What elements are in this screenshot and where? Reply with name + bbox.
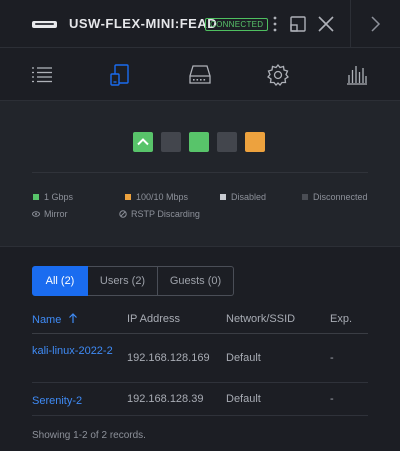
legend-gbps: 1 Gbps: [33, 192, 73, 202]
legend-mbps-label: 100/10 Mbps: [136, 192, 189, 202]
list-icon: [32, 67, 52, 83]
gbps-swatch: [33, 194, 39, 200]
device-name: USW-FLEX-MINI:FEAD: [69, 16, 218, 31]
eye-icon: [32, 211, 40, 217]
header-divider: [350, 0, 351, 48]
port-5[interactable]: [245, 132, 265, 152]
column-header-name[interactable]: Name: [32, 313, 78, 326]
panel-header: USW-FLEX-MINI:FEAD CONNECTED: [0, 0, 400, 48]
legend-mirror: Mirror: [32, 209, 68, 219]
mbps-swatch: [125, 194, 131, 200]
legend-rstp: RSTP Discarding: [119, 209, 200, 219]
blocked-icon: [119, 210, 127, 218]
client-network: Default: [226, 352, 261, 364]
tab-ports[interactable]: [187, 62, 213, 88]
client-ip: 192.168.128.39: [127, 393, 204, 405]
legend-disconnected: Disconnected: [302, 192, 368, 202]
legend-disabled-label: Disabled: [231, 192, 267, 202]
legend-disabled: Disabled: [220, 192, 266, 202]
clients-table: Name IP Address Network/SSID Exp. kali-l…: [32, 304, 368, 416]
status-badge: CONNECTED: [205, 18, 269, 31]
tab-statistics[interactable]: [344, 62, 370, 88]
sort-ascending-icon: [69, 313, 78, 323]
table-row[interactable]: Serenity-2 192.168.128.39 Default -: [32, 383, 368, 416]
column-name-label: Name: [32, 314, 62, 326]
port-overview: 1 Gbps 100/10 Mbps Disabled Disconnected…: [0, 101, 400, 247]
column-header-network[interactable]: Network/SSID: [226, 313, 295, 325]
panel-tabs: [0, 49, 400, 101]
port-1[interactable]: [133, 132, 153, 152]
disabled-swatch: [220, 194, 226, 200]
client-exp: -: [330, 393, 334, 405]
column-header-ip[interactable]: IP Address: [127, 313, 180, 325]
filter-guests-button[interactable]: Guests (0): [158, 266, 234, 296]
client-name-link[interactable]: kali-linux-2022-2: [32, 343, 120, 359]
popout-icon[interactable]: [288, 14, 308, 34]
bar-chart-icon: [347, 66, 367, 85]
disconnected-swatch: [302, 194, 308, 200]
device-panel: USW-FLEX-MINI:FEAD CONNECTED 1 Gbps 100/…: [0, 0, 400, 451]
port-4[interactable]: [217, 132, 237, 152]
legend-disconnected-label: Disconnected: [313, 192, 368, 202]
filter-users-button[interactable]: Users (2): [88, 266, 158, 296]
chevron-right-icon[interactable]: [365, 14, 385, 34]
legend-rstp-label: RSTP Discarding: [131, 209, 200, 219]
table-header: Name IP Address Network/SSID Exp.: [32, 304, 368, 334]
tab-devices[interactable]: [108, 62, 134, 88]
legend-divider: [32, 172, 368, 173]
more-vertical-icon[interactable]: [265, 14, 285, 34]
client-filter: All (2) Users (2) Guests (0): [32, 266, 234, 296]
switch-ports-icon: [189, 65, 211, 84]
tab-settings[interactable]: [265, 62, 291, 88]
filter-all-button[interactable]: All (2): [32, 266, 88, 296]
client-name-link[interactable]: Serenity-2: [32, 393, 120, 409]
legend-gbps-label: 1 Gbps: [44, 192, 74, 202]
client-ip: 192.168.128.169: [127, 352, 210, 364]
legend-mbps: 100/10 Mbps: [125, 192, 188, 202]
gear-icon: [267, 63, 289, 86]
switch-device-icon: [32, 21, 57, 28]
uplink-arrow-icon: [137, 138, 149, 146]
client-network: Default: [226, 393, 261, 405]
port-3[interactable]: [189, 132, 209, 152]
port-2[interactable]: [161, 132, 181, 152]
devices-icon: [110, 64, 129, 86]
records-count: Showing 1-2 of 2 records.: [32, 430, 146, 441]
client-exp: -: [330, 352, 334, 364]
tab-overview[interactable]: [29, 62, 55, 88]
column-header-exp[interactable]: Exp.: [330, 313, 352, 325]
table-row[interactable]: kali-linux-2022-2 192.168.128.169 Defaul…: [32, 334, 368, 383]
close-icon[interactable]: [316, 14, 336, 34]
legend-mirror-label: Mirror: [44, 209, 68, 219]
